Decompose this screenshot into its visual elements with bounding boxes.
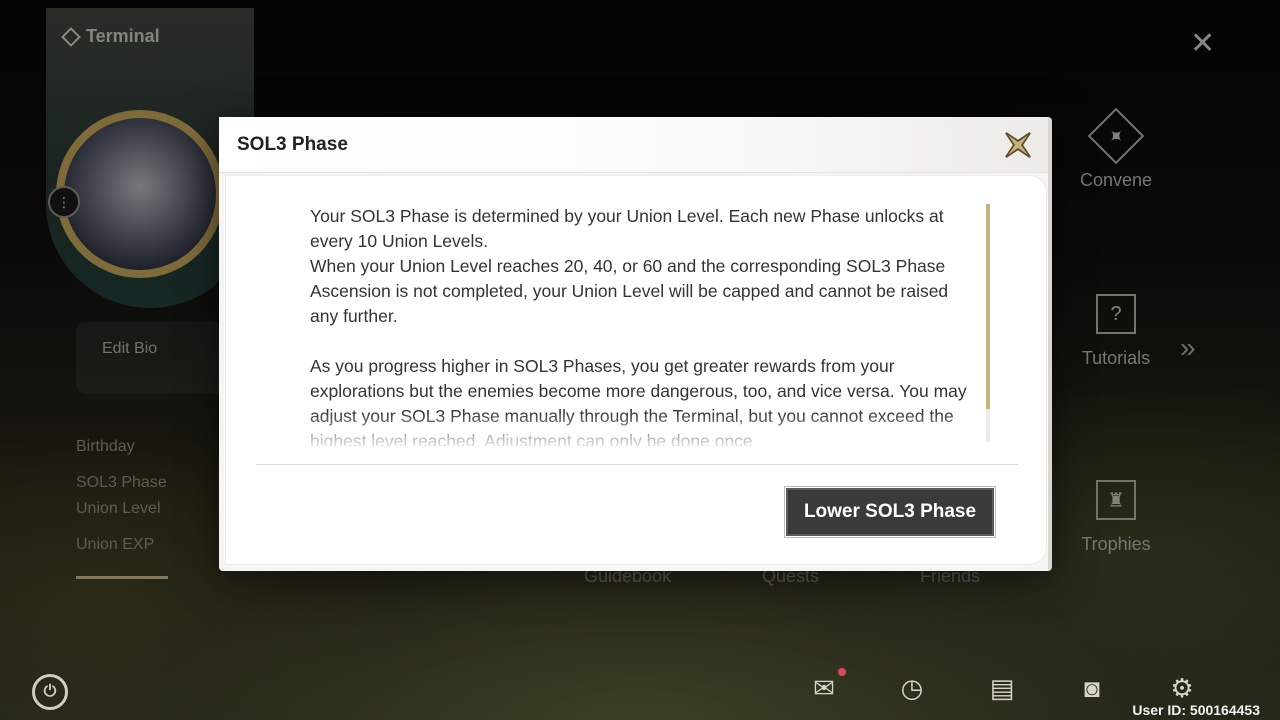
close-x-icon[interactable] [1002, 129, 1034, 161]
dialog-title: SOL3 Phase [237, 133, 348, 155]
settings-icon[interactable]: ⚙ [1162, 670, 1202, 706]
power-icon[interactable]: ⏻ [32, 674, 68, 710]
lower-sol3-phase-button[interactable]: Lower SOL3 Phase [784, 486, 996, 538]
mail-icon[interactable]: ✉ [804, 668, 846, 706]
clock-icon[interactable]: ◷ [892, 670, 932, 706]
notes-icon[interactable]: ▤ [982, 670, 1022, 706]
description-line-1: Your SOL3 Phase is determined by your Un… [310, 206, 944, 251]
dialog-body: Your SOL3 Phase is determined by your Un… [225, 175, 1047, 565]
divider [256, 464, 1018, 465]
camera-icon[interactable]: ◙ [1072, 670, 1112, 706]
description-scroll-area[interactable]: Your SOL3 Phase is determined by your Un… [310, 204, 970, 446]
sol3-phase-dialog: SOL3 Phase Your SOL3 Phase is determined… [219, 117, 1052, 571]
description-paragraph-3: As you progress higher in SOL3 Phases, y… [310, 356, 967, 446]
notification-dot [838, 668, 846, 676]
description-line-2: When your Union Level reaches 20, 40, or… [310, 256, 949, 326]
dialog-header: SOL3 Phase [219, 117, 1048, 173]
description-paragraph: Your SOL3 Phase is determined by your Un… [310, 204, 970, 329]
user-id: User ID: 500164453 [1132, 702, 1260, 718]
scrollbar-thumb[interactable] [986, 204, 990, 409]
